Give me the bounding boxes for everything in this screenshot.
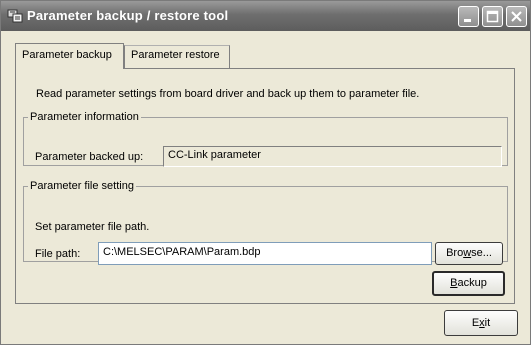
- minimize-button[interactable]: [458, 6, 479, 27]
- maximize-icon: [486, 10, 499, 23]
- minimize-icon: [464, 19, 471, 22]
- exit-button[interactable]: Exit: [444, 310, 518, 336]
- group-legend: Parameter information: [30, 111, 139, 123]
- browse-button[interactable]: Browse...: [435, 242, 503, 265]
- tab-panel-backup: Read parameter settings from board drive…: [15, 68, 515, 304]
- close-button[interactable]: [506, 6, 527, 27]
- window-title: Parameter backup / restore tool: [27, 8, 229, 23]
- parameter-backed-up-label: Parameter backed up:: [35, 151, 144, 163]
- set-path-instruction: Set parameter file path.: [35, 221, 150, 233]
- parameter-backed-up-value: CC-Link parameter: [163, 146, 502, 167]
- maximize-button[interactable]: [482, 6, 503, 27]
- app-window: Parameter backup / restore tool Paramete…: [0, 0, 531, 345]
- parameter-file-setting-group: Parameter file setting Set parameter fil…: [23, 180, 508, 265]
- browse-label-pre: Bro: [446, 247, 464, 259]
- group-legend: Parameter file setting: [30, 180, 134, 192]
- backup-button[interactable]: Backup: [432, 271, 505, 296]
- file-path-input[interactable]: C:\MELSEC\PARAM\Param.bdp: [98, 242, 432, 265]
- title-bar[interactable]: Parameter backup / restore tool: [1, 1, 530, 31]
- browse-label-post: se...: [471, 247, 492, 259]
- file-path-label: File path:: [35, 248, 81, 260]
- tab-parameter-restore[interactable]: Parameter restore: [124, 45, 230, 68]
- app-tool-icon: [7, 9, 23, 23]
- tab-label: Parameter restore: [131, 49, 220, 61]
- tab-parameter-backup[interactable]: Parameter backup: [15, 43, 124, 69]
- backup-label-post: ackup: [457, 277, 487, 289]
- close-icon: [511, 11, 522, 22]
- parameter-information-group: Parameter information Parameter backed u…: [23, 111, 508, 167]
- browse-accel: w: [463, 247, 472, 259]
- tab-label: Parameter backup: [22, 49, 112, 61]
- exit-label-post: it: [484, 317, 491, 329]
- description-text: Read parameter settings from board drive…: [36, 88, 420, 100]
